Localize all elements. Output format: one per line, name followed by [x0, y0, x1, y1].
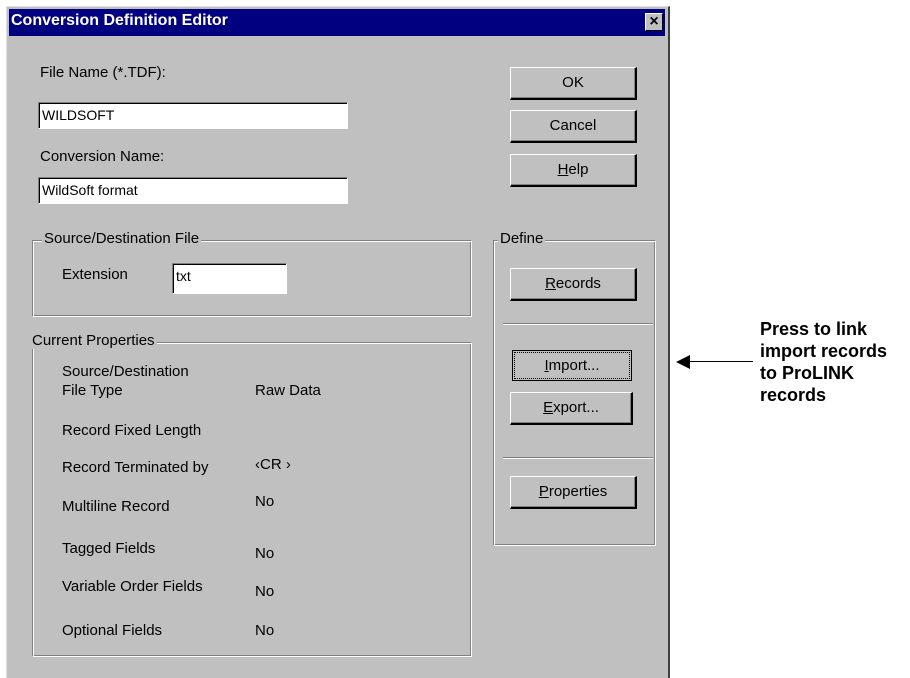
- prop-label-record-fixed-length: Record Fixed Length: [62, 422, 202, 439]
- records-button[interactable]: Records: [510, 268, 637, 301]
- help-button[interactable]: Help: [510, 154, 637, 187]
- extension-input[interactable]: txt: [172, 263, 287, 294]
- help-label-rest: elp: [568, 161, 589, 178]
- close-icon: ×: [649, 13, 659, 30]
- properties-label-rest: roperties: [548, 483, 608, 500]
- prop-label-variable-order-fields: Variable Order Fields: [62, 578, 203, 595]
- window-title: Conversion Definition Editor: [11, 12, 228, 29]
- title-bar[interactable]: Conversion Definition Editor ×: [9, 9, 665, 36]
- define-separator-2: [503, 457, 653, 459]
- prop-value-variable-order-fields: No: [255, 583, 275, 600]
- prop-label-file-type-line2: File Type: [62, 382, 123, 399]
- export-label-rest: xport...: [553, 399, 599, 416]
- file-name-input[interactable]: WILDSOFT: [38, 102, 348, 129]
- arrow-line: [690, 361, 753, 362]
- prop-value-record-terminated-by: ‹CR ›: [255, 456, 291, 473]
- prop-label-file-type-line1: Source/Destination: [62, 363, 189, 380]
- prop-label-record-terminated-by: Record Terminated by: [62, 459, 209, 476]
- records-label-rest: ecords: [555, 275, 601, 292]
- annotation-line: records: [760, 385, 827, 405]
- properties-button[interactable]: Properties: [510, 476, 637, 509]
- conversion-name-input[interactable]: WildSoft format: [38, 177, 348, 204]
- current-properties-title: Current Properties: [30, 332, 157, 349]
- file-name-label: File Name (*.TDF):: [40, 64, 166, 81]
- help-accel: H: [557, 161, 569, 178]
- export-accel: E: [543, 399, 554, 416]
- prop-value-multiline-record: No: [255, 493, 275, 510]
- define-title: Define: [498, 230, 546, 247]
- export-button[interactable]: Export...: [510, 392, 633, 425]
- import-label-rest: mport...: [548, 357, 600, 374]
- define-separator-1: [503, 323, 653, 325]
- prop-value-file-type: Raw Data: [255, 382, 321, 399]
- import-button[interactable]: Import...: [512, 350, 632, 381]
- records-accel: R: [545, 275, 556, 292]
- source-destination-title: Source/Destination File: [42, 230, 202, 247]
- annotation-line: import records: [760, 341, 888, 361]
- extension-label: Extension: [62, 266, 128, 283]
- prop-label-tagged-fields: Tagged Fields: [62, 540, 156, 557]
- prop-label-multiline-record: Multiline Record: [62, 498, 170, 515]
- close-button[interactable]: ×: [645, 13, 663, 31]
- prop-value-optional-fields: No: [255, 622, 275, 639]
- annotation-callout: Press to link import records to ProLINK …: [760, 318, 910, 406]
- properties-accel: P: [538, 483, 549, 500]
- annotation-line: Press to link: [760, 319, 868, 339]
- annotation-line: to ProLINK: [760, 363, 854, 383]
- prop-label-optional-fields: Optional Fields: [62, 622, 163, 639]
- ok-button[interactable]: OK: [510, 67, 637, 100]
- prop-value-tagged-fields: No: [255, 545, 275, 562]
- left-arrow-icon: [676, 355, 690, 369]
- conversion-name-label: Conversion Name:: [40, 148, 165, 165]
- cancel-button[interactable]: Cancel: [510, 110, 637, 143]
